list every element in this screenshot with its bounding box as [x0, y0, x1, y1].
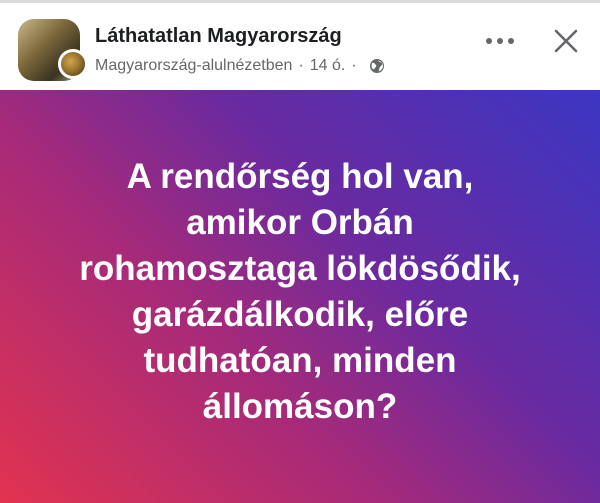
meta-separator: ·	[298, 57, 304, 74]
post-timestamp[interactable]: 14 ó.	[310, 57, 346, 75]
ellipsis-icon	[486, 38, 514, 44]
post-meta: Magyarország-alulnézetben · 14 ó. ·	[95, 57, 385, 75]
close-button[interactable]	[548, 23, 584, 59]
group-avatar[interactable]	[58, 49, 88, 79]
globe-icon	[369, 58, 385, 74]
post-background: A rendőrség hol van, amikor Orbán rohamo…	[0, 90, 600, 503]
close-icon	[554, 29, 578, 53]
page-name-link[interactable]: Láthatatlan Magyarország	[95, 25, 342, 48]
group-name-link[interactable]: Magyarország-alulnézetben	[95, 57, 292, 75]
facebook-post: Láthatatlan Magyarország Magyarország-al…	[0, 0, 600, 503]
post-header: Láthatatlan Magyarország Magyarország-al…	[0, 0, 600, 90]
more-options-button[interactable]	[482, 25, 518, 57]
post-text: A rendőrség hol van, amikor Orbán rohamo…	[79, 156, 521, 426]
meta-separator-2: ·	[351, 57, 357, 74]
